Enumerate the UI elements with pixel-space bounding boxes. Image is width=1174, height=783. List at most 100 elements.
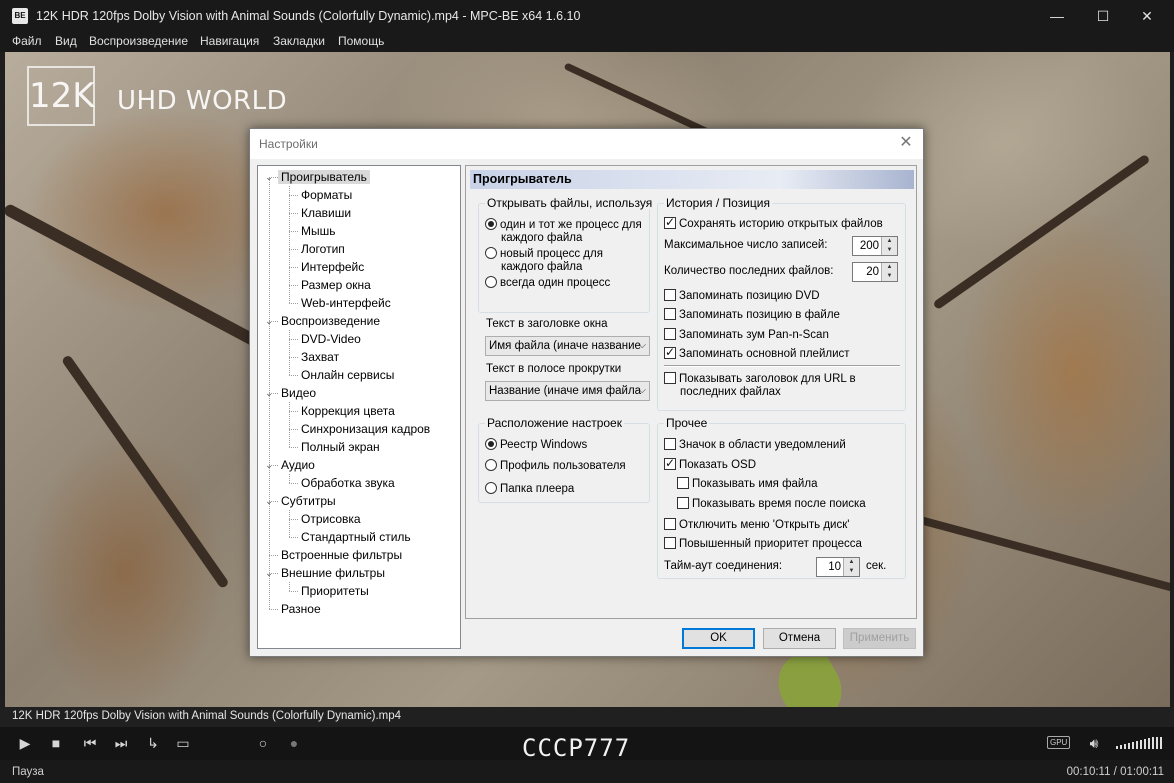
tree-item-14[interactable]: Синхронизация кадров [298, 420, 433, 438]
menu-help[interactable]: Помощь [338, 34, 384, 48]
user-profile-radio[interactable]: Профиль пользователя [485, 459, 626, 473]
title-bar: BE 12K HDR 120fps Dolby Vision with Anim… [0, 0, 1174, 32]
max-records-spinner[interactable]: 200 ▲ ▼ [852, 236, 898, 256]
tree-connector [269, 177, 270, 609]
tree-connector [289, 429, 298, 430]
tree-item-5[interactable]: Интерфейс [298, 258, 367, 276]
history-title: История / Позиция [664, 196, 772, 210]
disable-open-disc-checkbox[interactable]: Отключить меню 'Открыть диск' [664, 518, 849, 532]
tree-item-13[interactable]: Коррекция цвета [298, 402, 398, 420]
cancel-button[interactable]: Отмена [763, 628, 836, 649]
tree-item-label: Отрисовка [301, 512, 361, 526]
menu-navigate[interactable]: Навигация [200, 34, 259, 48]
time-display: 00:10:11 / 01:00:11 [1066, 766, 1164, 778]
menu-bookmarks[interactable]: Закладки [273, 34, 325, 48]
ok-button[interactable]: OK [682, 628, 755, 649]
minimize-button[interactable]: — [1034, 0, 1080, 32]
app-icon[interactable]: BE [12, 8, 28, 24]
tree-item-label: Логотип [301, 242, 345, 256]
keep-history-checkbox[interactable]: Сохранять историю открытых файлов [664, 216, 883, 231]
show-filename-checkbox[interactable]: Показывать имя файла [677, 477, 817, 491]
tree-item-16[interactable]: Аудио [278, 456, 318, 474]
spin-down-icon[interactable]: ▼ [882, 246, 897, 255]
tree-item-11[interactable]: Онлайн сервисы [298, 366, 397, 384]
tree-item-21[interactable]: Встроенные фильтры [278, 546, 405, 564]
spin-down-icon[interactable]: ▼ [844, 567, 859, 576]
close-button[interactable]: ✕ [1124, 0, 1170, 32]
stop-icon[interactable]: ■ [45, 733, 67, 753]
window-title-combo[interactable]: Имя файла (иначе название ⌵ [485, 336, 650, 356]
tree-item-10[interactable]: Захват [298, 348, 342, 366]
subtitle-icon[interactable]: ▭ [172, 733, 194, 753]
spin-up-icon[interactable]: ▲ [844, 558, 859, 567]
tree-item-12[interactable]: Видео [278, 384, 319, 402]
radio-dot [485, 276, 497, 288]
show-osd-checkbox[interactable]: Показать OSD [664, 457, 756, 472]
tree-item-3[interactable]: Мышь [298, 222, 339, 240]
recent-files-spinner[interactable]: 20 ▲ ▼ [852, 262, 898, 282]
volume-slider[interactable] [1116, 737, 1162, 749]
gpu-badge[interactable]: GPU [1047, 736, 1071, 749]
tree-item-label: Форматы [301, 188, 353, 202]
high-priority-checkbox[interactable]: Повышенный приоритет процесса [664, 537, 862, 551]
remember-dvd-position-checkbox[interactable]: Запоминать позицию DVD [664, 289, 820, 303]
divider [664, 365, 900, 367]
player-folder-radio[interactable]: Папка плеера [485, 482, 574, 496]
menu-playback[interactable]: Воспроизведение [89, 34, 188, 48]
next-icon[interactable]: ⏭ [110, 733, 132, 753]
show-time-after-seek-checkbox[interactable]: Показывать время после поиска [677, 497, 866, 511]
open-files-same-process-radio[interactable]: один и тот же процесс для каждого файла [485, 218, 642, 245]
url-titles-checkbox[interactable]: Показывать заголовок для URL в последних… [664, 372, 856, 399]
registry-radio[interactable]: Реестр Windows [485, 438, 587, 452]
tree-item-24[interactable]: Разное [278, 600, 324, 618]
tray-icon-checkbox[interactable]: Значок в области уведомлений [664, 438, 846, 452]
remember-playlist-checkbox[interactable]: Запоминать основной плейлист [664, 346, 850, 361]
play-icon[interactable]: ▶ [14, 733, 36, 753]
tree-item-2[interactable]: Клавиши [298, 204, 354, 222]
tree-connector [289, 186, 290, 303]
tree-item-23[interactable]: Приоритеты [298, 582, 372, 600]
tree-item-label: Мышь [301, 224, 336, 238]
tree-item-15[interactable]: Полный экран [298, 438, 383, 456]
tree-item-19[interactable]: Отрисовка [298, 510, 364, 528]
volume-icon[interactable]: 🔊︎ [1083, 733, 1105, 753]
tree-item-18[interactable]: Субтитры [278, 492, 339, 510]
spin-down-icon[interactable]: ▼ [882, 272, 897, 281]
menu-view[interactable]: Вид [55, 34, 77, 48]
tree-connector [289, 195, 298, 196]
tree-item-17[interactable]: Обработка звука [298, 474, 398, 492]
spin-up-icon[interactable]: ▲ [882, 237, 897, 246]
tree-item-20[interactable]: Стандартный стиль [298, 528, 414, 546]
tree-item-8[interactable]: Воспроизведение [278, 312, 383, 330]
filename-bar: 12K HDR 120fps Dolby Vision with Animal … [0, 707, 1174, 727]
tree-item-7[interactable]: Web-интерфейс [298, 294, 394, 312]
search-icon[interactable]: ○ [252, 733, 274, 753]
settings-tree[interactable]: Проигрыватель ⌄ Форматы Клавиши Мышь Логотип И… [257, 165, 461, 649]
remember-pan-scan-checkbox[interactable]: Запоминать зум Pan-n-Scan [664, 328, 829, 342]
previous-icon[interactable]: ⏮ [79, 733, 101, 753]
open-files-new-process-radio[interactable]: новый процесс для каждого файла [485, 247, 603, 274]
tree-item-4[interactable]: Логотип [298, 240, 348, 258]
channel-logo: 12K [27, 66, 95, 126]
seekbar-text-combo[interactable]: Название (иначе имя файла ⌵ [485, 381, 650, 401]
tree-item-0[interactable]: Проигрыватель [278, 168, 370, 186]
tree-item-1[interactable]: Форматы [298, 186, 355, 204]
maximize-button[interactable]: ☐ [1080, 0, 1126, 32]
menu-file[interactable]: Файл [12, 34, 42, 48]
open-files-single-process-radio[interactable]: всегда один процесс [485, 276, 610, 290]
tree-item-22[interactable]: Внешние фильтры [278, 564, 388, 582]
tree-connector [289, 267, 298, 268]
branch-shape [932, 153, 1151, 311]
spin-up-icon[interactable]: ▲ [882, 263, 897, 272]
chat-icon[interactable]: ● [283, 733, 305, 753]
checkbox-box [664, 308, 676, 320]
dialog-close-icon[interactable]: ✕ [897, 134, 915, 152]
remember-file-position-checkbox[interactable]: Запоминать позицию в файле [664, 308, 840, 322]
tree-item-9[interactable]: DVD-Video [298, 330, 364, 348]
timeout-spinner[interactable]: 10 ▲ ▼ [816, 557, 860, 577]
frame-step-icon[interactable]: ↳ [142, 733, 164, 753]
tree-item-label: Стандартный стиль [301, 530, 411, 544]
radio-dot [485, 459, 497, 471]
tree-item-6[interactable]: Размер окна [298, 276, 374, 294]
apply-button[interactable]: Применить [843, 628, 916, 649]
